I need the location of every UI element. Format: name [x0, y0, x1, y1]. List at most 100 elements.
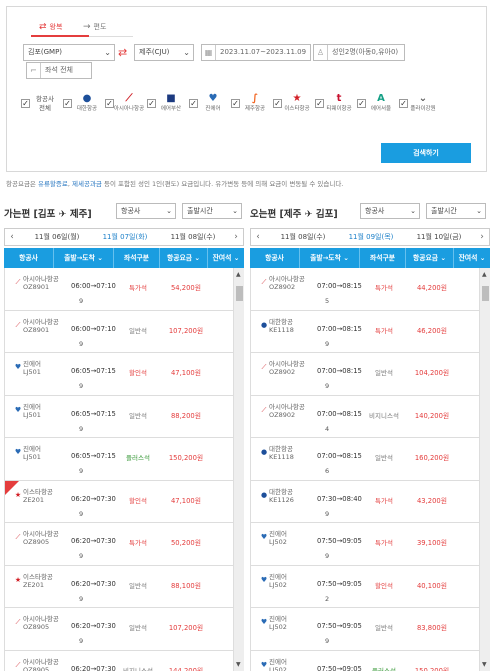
scroll-down-icon[interactable]: ▼: [236, 661, 241, 668]
inbound-date-next[interactable]: 11월 10일(금): [407, 229, 471, 245]
inbound-date-prev[interactable]: 11월 08일(수): [271, 229, 335, 245]
fare-price[interactable]: 104,200원: [407, 367, 457, 377]
tab-one-way[interactable]: → 편도: [83, 22, 106, 32]
flight-row[interactable]: ⟋ 아시아나항공 OZ8905 06:20→07:30 9 특가석 50,200원: [5, 523, 233, 566]
fare-price[interactable]: 54,200원: [161, 282, 211, 292]
flight-row[interactable]: ⟋ 아시아나항공 OZ8902 07:00→08:15 4 비지니스석 140,200원: [251, 396, 479, 438]
flight-row[interactable]: ● 대한항공 KE1118 07:00→08:15 9 특가석 46,200원: [251, 311, 479, 353]
checkbox-icon[interactable]: ✓: [21, 99, 30, 108]
flight-row[interactable]: ♥ 진에어 LJ502 07:50→09:05 9 특가석 39,100원: [251, 523, 479, 566]
fare-price[interactable]: 39,100원: [407, 537, 457, 547]
swap-route-icon[interactable]: ⇄: [118, 47, 127, 58]
flight-row[interactable]: ⟋ 아시아나항공 OZ8902 07:00→08:15 5 특가석 44,200원: [251, 268, 479, 311]
column-time[interactable]: 출발→도착 ⌄: [300, 248, 360, 268]
airline-filter-air-busan[interactable]: ✓ ■ 에어부산: [147, 93, 187, 127]
flight-row[interactable]: ● 대한항공 KE1126 07:30→08:40 9 특가석 43,200원: [251, 481, 479, 523]
search-button[interactable]: 검색하기: [381, 143, 471, 163]
airline-filter-air-seoul[interactable]: ✓ A 에어서울: [357, 93, 397, 127]
flight-row[interactable]: ⟋아시아나항공OZ890506:20→07:309비지니스석144,200원: [5, 651, 233, 671]
fare-price[interactable]: 140,200원: [407, 410, 457, 420]
fare-price[interactable]: 46,200원: [407, 325, 457, 335]
airline-filter-all[interactable]: ✓ 항공사 전체: [21, 93, 61, 127]
flight-airline: 아시아나항공 OZ8902: [269, 403, 305, 419]
column-seats[interactable]: 잔여석 ⌄: [454, 248, 490, 268]
outbound-date-current[interactable]: 11월 07일(화): [93, 229, 157, 245]
flight-row[interactable]: ♥ 진에어 LJ501 06:05→07:15 9 플러스석 150,200원: [5, 438, 233, 481]
flight-row[interactable]: ⟋ 아시아나항공 OZ8902 07:00→08:15 9 일반석 104,200원: [251, 353, 479, 396]
flight-row[interactable]: ● 대한항공 KE1118 07:00→08:15 6 일반석 160,200원: [251, 438, 479, 481]
airline-filter-jin-air[interactable]: ✓ ♥ 진에어: [189, 93, 229, 127]
fare-price[interactable]: 150,200원: [407, 665, 457, 671]
fare-price[interactable]: 144,200원: [161, 665, 211, 671]
flight-row[interactable]: ♥진에어LJ50207:50→09:059플러스석150,200원: [251, 651, 479, 671]
chevron-right-icon[interactable]: ›: [475, 229, 489, 245]
date-range-field[interactable]: ▦ 2023.11.07~2023.11.09: [201, 44, 311, 61]
column-fare-label: 항공요금: [166, 254, 192, 262]
inbound-sort-filter[interactable]: 출발시간 ⌄: [426, 203, 486, 219]
airline-filter-fly-gangwon[interactable]: ✓ ⌄ 플라이강원: [399, 93, 439, 127]
chevron-left-icon[interactable]: ‹: [5, 229, 19, 245]
outbound-airline-filter[interactable]: 항공사 ⌄: [116, 203, 176, 219]
airline-logo-icon: ★: [14, 490, 22, 499]
fare-price[interactable]: 150,200원: [161, 452, 211, 462]
column-time[interactable]: 출발→도착 ⌄: [54, 248, 114, 268]
notice-fuel-link[interactable]: 유류할증료: [38, 180, 68, 188]
column-fare[interactable]: 항공요금 ⌄: [406, 248, 454, 268]
flight-row[interactable]: ♥ 진에어 LJ501 06:05→07:15 9 일반석 88,200원: [5, 396, 233, 438]
chevron-right-icon[interactable]: ›: [229, 229, 243, 245]
inbound-scrollbar[interactable]: ▲ ▼: [479, 268, 490, 671]
outbound-date-next[interactable]: 11월 08일(수): [161, 229, 225, 245]
fare-price[interactable]: 47,100원: [161, 367, 211, 377]
origin-select[interactable]: 김포(GMP) ⌄: [23, 44, 115, 61]
fare-price[interactable]: 160,200원: [407, 452, 457, 462]
passenger-field[interactable]: ♙ 성인2명(아동0,유아0): [313, 44, 405, 61]
flight-number: LJ501: [23, 368, 41, 376]
inbound-date-current[interactable]: 11월 09일(목): [339, 229, 403, 245]
inbound-airline-filter[interactable]: 항공사 ⌄: [360, 203, 420, 219]
scroll-up-icon[interactable]: ▲: [482, 271, 487, 278]
scroll-thumb[interactable]: [482, 286, 489, 301]
airline-filter-eastar[interactable]: ✓ ★ 이스타항공: [273, 93, 313, 127]
tab-round-trip[interactable]: ⇄ 왕복: [39, 22, 62, 32]
flight-row[interactable]: ★ 이스타항공 ZE201 06:20→07:30 9 일반석 88,100원: [5, 566, 233, 608]
seat-class-field[interactable]: ⌐ 좌석 전체: [26, 62, 92, 79]
fare-price[interactable]: 50,200원: [161, 537, 211, 547]
fare-price[interactable]: 40,100원: [407, 580, 457, 590]
airline-filter-korean-air[interactable]: ✓ ● 대한항공: [63, 93, 103, 127]
notice-suffix: 등이 포함된 성인 1인(편도) 요금입니다. 유가변동 등에 의해 요금이 변…: [101, 180, 344, 188]
notice-tax-link[interactable]: 제세공과금: [72, 180, 102, 188]
scroll-thumb[interactable]: [236, 286, 243, 301]
column-seats[interactable]: 잔여석 ⌄: [208, 248, 244, 268]
flight-row[interactable]: ♥ 진에어 LJ501 06:05→07:15 9 할인석 47,100원: [5, 353, 233, 396]
airline-filter-jeju-air[interactable]: ✓ ∫ 제주항공: [231, 93, 271, 127]
outbound-sort-filter[interactable]: 출발시간 ⌄: [182, 203, 242, 219]
outbound-scrollbar[interactable]: ▲ ▼: [233, 268, 244, 671]
fare-price[interactable]: 88,200원: [161, 410, 211, 420]
fare-price[interactable]: 44,200원: [407, 282, 457, 292]
flight-row[interactable]: ♥ 진에어 LJ502 07:50→09:05 2 할인석 40,100원: [251, 566, 479, 608]
outbound-date-prev[interactable]: 11월 06일(월): [25, 229, 89, 245]
airline-name: 아시아나항공: [269, 275, 305, 283]
flight-row[interactable]: ⟋ 아시아나항공 OZ8901 06:00→07:10 9 일반석 107,200원: [5, 311, 233, 353]
flight-row[interactable]: ★ 이스타항공 ZE201 06:20→07:30 9 할인석 47,100원: [5, 480, 233, 523]
outbound-flight-list: ⟋ 아시아나항공 OZ8901 06:00→07:10 9 특가석 54,200원 ⟋ 아시아나…: [4, 268, 233, 671]
column-fare[interactable]: 항공요금 ⌄: [160, 248, 208, 268]
chevron-left-icon[interactable]: ‹: [251, 229, 265, 245]
flight-row[interactable]: ⟋ 아시아나항공 OZ8905 06:20→07:30 9 일반석 107,200원: [5, 608, 233, 651]
airline-filter-asiana[interactable]: ✓ ⟋ 아시아나항공: [105, 93, 145, 127]
seat-class-value: 좌석 전체: [45, 66, 73, 74]
fare-price[interactable]: 107,200원: [161, 325, 211, 335]
destination-select[interactable]: 제주(CJU) ⌄: [134, 44, 194, 61]
fare-price[interactable]: 47,100원: [161, 495, 211, 505]
flight-row[interactable]: ⟋ 아시아나항공 OZ8901 06:00→07:10 9 특가석 54,200원: [5, 268, 233, 311]
airline-filter-tway[interactable]: ✓ t 티웨이항공: [315, 93, 355, 127]
fare-price[interactable]: 83,800원: [407, 622, 457, 632]
scroll-down-icon[interactable]: ▼: [482, 661, 487, 668]
fare-price[interactable]: 107,200원: [161, 622, 211, 632]
airline-all-label: 항공사 전체: [36, 95, 54, 112]
flight-number: OZ8902: [269, 368, 296, 376]
fare-price[interactable]: 43,200원: [407, 495, 457, 505]
fare-price[interactable]: 88,100원: [161, 580, 211, 590]
scroll-up-icon[interactable]: ▲: [236, 271, 241, 278]
flight-row[interactable]: ♥ 진에어 LJ502 07:50→09:05 9 일반석 83,800원: [251, 608, 479, 651]
